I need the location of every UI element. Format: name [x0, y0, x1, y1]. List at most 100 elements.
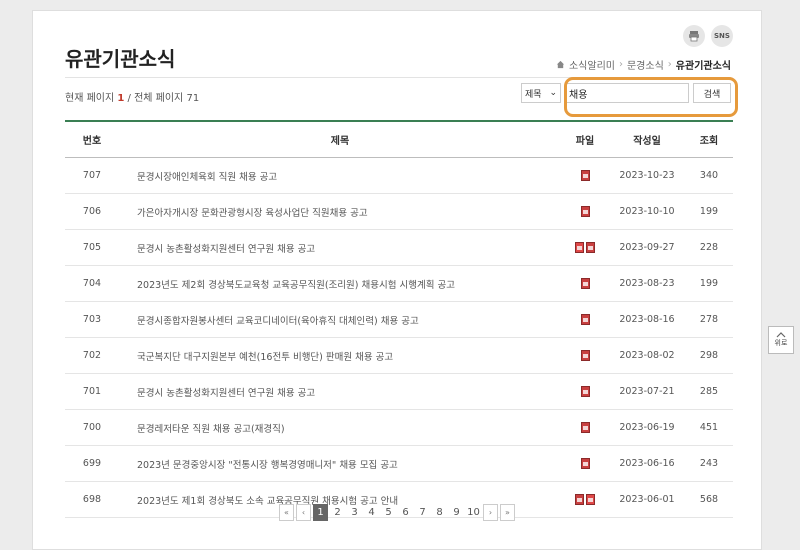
table-row[interactable]: 706 가은아자개시장 문화관광형시장 육성사업단 직원채용 공고 2023-10-… [65, 193, 733, 230]
row-date: 2023-08-16 [609, 301, 685, 338]
page-number-9[interactable]: 9 [449, 507, 464, 518]
page-number-5[interactable]: 5 [381, 507, 396, 518]
page-info-middle: / 전체 페이지 [127, 93, 184, 104]
search-field-select[interactable]: 제목 ⌄ [521, 83, 561, 103]
attachment-file-icon[interactable] [580, 314, 590, 325]
table-row[interactable]: 702 국군복지단 대구지원본부 예천(16전투 비행단) 판매원 채용 공고 20… [65, 337, 733, 374]
print-icon[interactable] [683, 25, 705, 47]
page-info-current: 1 [117, 93, 125, 104]
row-title-link[interactable]: 2023년 문경중앙시장 "전통시장 행복경영매니저" 채용 모집 공고 [119, 445, 561, 482]
row-number: 706 [65, 193, 119, 230]
search-field-value: 제목 [525, 89, 542, 100]
home-icon[interactable] [556, 60, 565, 69]
first-page-button[interactable]: « [279, 504, 294, 521]
row-number: 701 [65, 373, 119, 410]
page-number-3[interactable]: 3 [347, 507, 362, 518]
table-row[interactable]: 701 문경시 농촌활성화지원센터 연구원 채용 공고 2023-07-21 285 [65, 373, 733, 410]
row-date: 2023-07-21 [609, 373, 685, 410]
row-views: 568 [685, 481, 733, 518]
page-number-6[interactable]: 6 [398, 507, 413, 518]
row-files [561, 373, 609, 410]
page-number-1[interactable]: 1 [313, 504, 328, 521]
row-files [561, 445, 609, 482]
page-numbers: 1 2 3 4 5 6 7 8 9 10 [313, 504, 481, 521]
breadcrumb-item[interactable]: 문경소식 [627, 57, 664, 72]
column-header-title: 제목 [119, 121, 561, 158]
column-header-number: 번호 [65, 121, 119, 158]
row-title-link[interactable]: 문경시 농촌활성화지원센터 연구원 채용 공고 [119, 229, 561, 266]
page-number-10[interactable]: 10 [466, 507, 481, 518]
row-title-link[interactable]: 문경시종합자원봉사센터 교육코디네이터(육아휴직 대체인력) 채용 공고 [119, 301, 561, 338]
pdf-file-icon[interactable] [586, 494, 595, 505]
attachment-file-icon[interactable] [586, 242, 595, 253]
column-header-file: 파일 [561, 121, 609, 158]
row-date: 2023-09-27 [609, 229, 685, 266]
row-number: 703 [65, 301, 119, 338]
search-button[interactable]: 검색 [693, 83, 731, 103]
row-number: 700 [65, 409, 119, 446]
row-views: 243 [685, 445, 733, 482]
content-panel: SNS 유관기관소식 소식알리미 › 문경소식 › 유관기관소식 현재 페이지 … [32, 10, 762, 550]
breadcrumb-item[interactable]: 소식알리미 [569, 57, 615, 72]
row-views: 451 [685, 409, 733, 446]
row-number: 705 [65, 229, 119, 266]
chevron-down-icon: ⌄ [549, 88, 557, 98]
table-row[interactable]: 705 문경시 농촌활성화지원센터 연구원 채용 공고 2023-09-27 228 [65, 229, 733, 266]
row-files [561, 229, 609, 266]
page-number-2[interactable]: 2 [330, 507, 345, 518]
row-number: 699 [65, 445, 119, 482]
row-files [561, 301, 609, 338]
row-number: 704 [65, 265, 119, 302]
breadcrumb: 소식알리미 › 문경소식 › 유관기관소식 [556, 57, 731, 72]
row-files [561, 409, 609, 446]
attachment-file-icon[interactable] [580, 350, 590, 361]
row-title-link[interactable]: 문경시장애인체육회 직원 채용 공고 [119, 157, 561, 194]
page-number-4[interactable]: 4 [364, 507, 379, 518]
prev-page-button[interactable]: ‹ [296, 504, 311, 521]
search-bar: 제목 ⌄ 검색 [521, 83, 731, 103]
attachment-file-icon[interactable] [580, 206, 590, 217]
scroll-top-button[interactable]: 위로 [768, 326, 794, 354]
row-date: 2023-10-23 [609, 157, 685, 194]
title-divider [65, 77, 731, 78]
page-info: 현재 페이지 1 / 전체 페이지 71 [65, 89, 199, 104]
table-row[interactable]: 703 문경시종합자원봉사센터 교육코디네이터(육아휴직 대체인력) 채용 공고 2… [65, 301, 733, 338]
row-files [561, 337, 609, 374]
row-date: 2023-06-19 [609, 409, 685, 446]
row-files [561, 481, 609, 518]
search-input[interactable] [565, 83, 689, 103]
attachment-file-icon[interactable] [580, 458, 590, 469]
table-row[interactable]: 704 2023년도 제2회 경상북도교육청 교육공무직원(조리원) 채용시험 시… [65, 265, 733, 302]
row-number: 707 [65, 157, 119, 194]
sns-icon[interactable]: SNS [711, 25, 733, 47]
page-number-7[interactable]: 7 [415, 507, 430, 518]
next-page-button[interactable]: › [483, 504, 498, 521]
attachment-file-icon[interactable] [575, 494, 584, 505]
row-title-link[interactable]: 국군복지단 대구지원본부 예천(16전투 비행단) 판매원 채용 공고 [119, 337, 561, 374]
page-title: 유관기관소식 [65, 47, 176, 71]
attachment-file-icon[interactable] [580, 278, 590, 289]
utility-icons: SNS [683, 25, 733, 47]
row-title-link[interactable]: 2023년도 제2회 경상북도교육청 교육공무직원(조리원) 채용시험 시행계획… [119, 265, 561, 302]
row-files [561, 157, 609, 194]
page-number-8[interactable]: 8 [432, 507, 447, 518]
chevron-right-icon: › [618, 59, 623, 70]
row-title-link[interactable]: 문경시 농촌활성화지원센터 연구원 채용 공고 [119, 373, 561, 410]
row-views: 199 [685, 193, 733, 230]
row-title-link[interactable]: 가은아자개시장 문화관광형시장 육성사업단 직원채용 공고 [119, 193, 561, 230]
last-page-button[interactable]: » [500, 504, 515, 521]
attachment-file-icon[interactable] [580, 422, 590, 433]
table-row[interactable]: 707 문경시장애인체육회 직원 채용 공고 2023-10-23 340 [65, 157, 733, 194]
row-date: 2023-06-01 [609, 481, 685, 518]
attachment-file-icon[interactable] [580, 170, 590, 181]
row-views: 199 [685, 265, 733, 302]
table-row[interactable]: 700 문경레저타운 직원 채용 공고(재경직) 2023-06-19 451 [65, 409, 733, 446]
row-date: 2023-08-02 [609, 337, 685, 374]
chevron-right-icon: › [667, 59, 672, 70]
row-files [561, 193, 609, 230]
pdf-file-icon[interactable] [575, 242, 584, 253]
row-number: 698 [65, 481, 119, 518]
row-title-link[interactable]: 문경레저타운 직원 채용 공고(재경직) [119, 409, 561, 446]
table-row[interactable]: 699 2023년 문경중앙시장 "전통시장 행복경영매니저" 채용 모집 공고 2… [65, 445, 733, 482]
attachment-file-icon[interactable] [580, 386, 590, 397]
